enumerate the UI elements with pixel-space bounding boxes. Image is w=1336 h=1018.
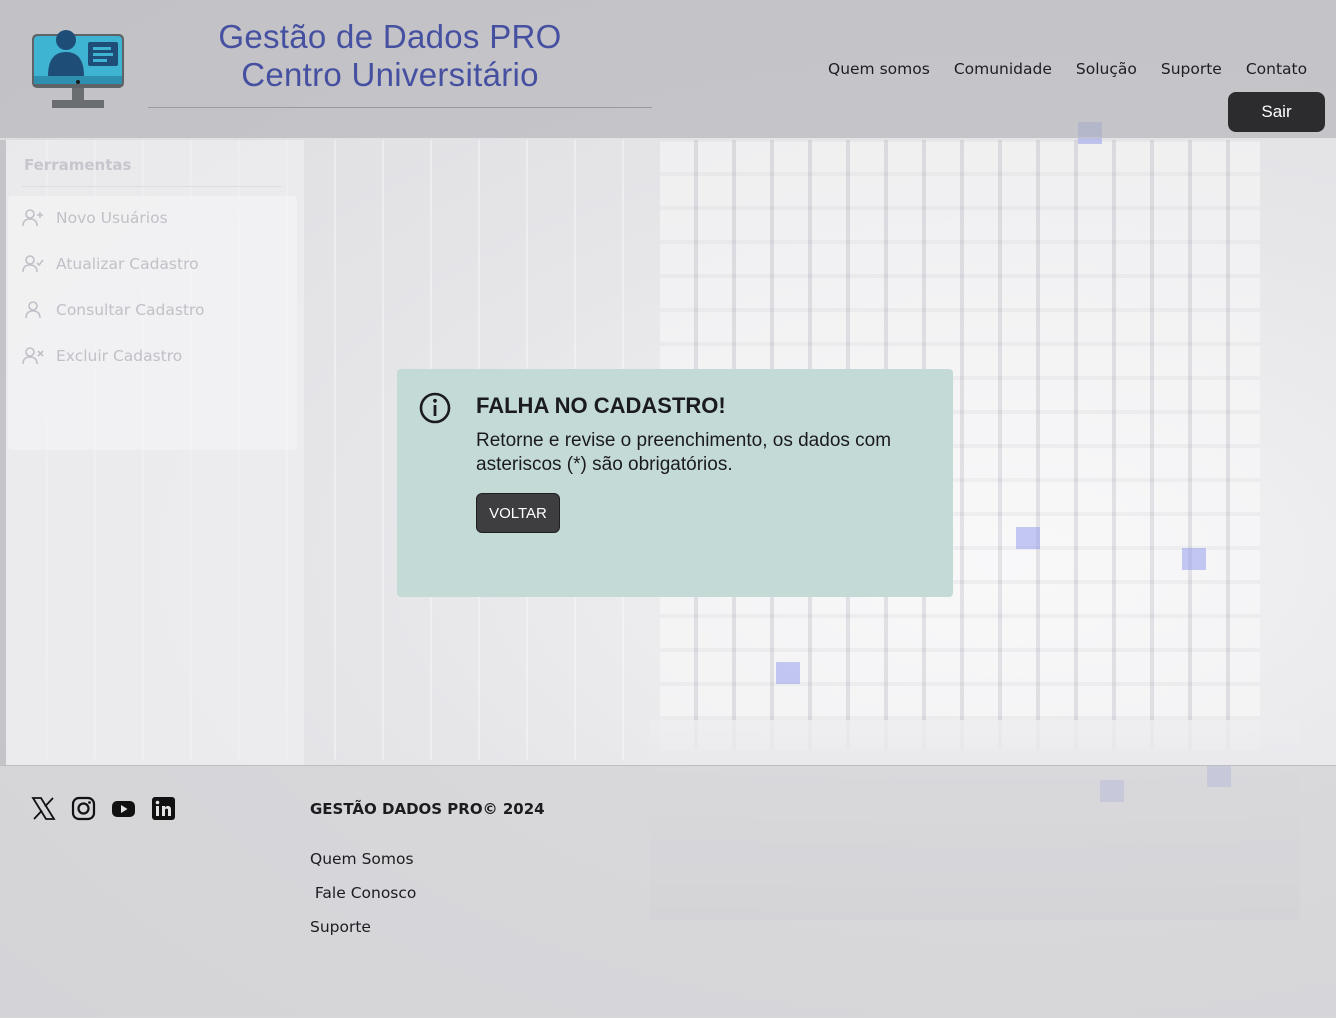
site-header: Gestão de Dados PRO Centro Universitário… — [0, 0, 1336, 138]
info-icon — [419, 392, 451, 424]
nav-quem-somos[interactable]: Quem somos — [828, 60, 930, 78]
sidebar-item-excluir-cadastro[interactable]: Excluir Cadastro — [22, 346, 182, 366]
background-accent — [1016, 527, 1040, 549]
brand-title: Gestão de Dados PRO Centro Universitário — [180, 18, 600, 94]
instagram-icon[interactable] — [71, 796, 96, 821]
footer-link-fale-conosco[interactable]: Fale Conosco — [310, 884, 416, 902]
youtube-icon[interactable] — [111, 796, 136, 821]
copyright-text: GESTÃO DADOS PRO© 2024 — [310, 800, 545, 818]
nav-solucao[interactable]: Solução — [1076, 60, 1137, 78]
main-nav: Quem somos Comunidade Solução Suporte Co… — [828, 60, 1307, 78]
sidebar-item-label: Consultar Cadastro — [56, 301, 205, 319]
nav-contato[interactable]: Contato — [1246, 60, 1307, 78]
sidebar-item-label: Excluir Cadastro — [56, 347, 183, 365]
alert-message: Retorne e revise o preenchimento, os dad… — [476, 430, 892, 475]
brand-title-line2: Centro Universitário — [241, 56, 539, 93]
sidebar-divider — [22, 186, 282, 187]
footer-link-quem-somos[interactable]: Quem Somos — [310, 850, 414, 868]
brand-title-line1: Gestão de Dados PRO — [218, 18, 562, 55]
sidebar-item-novo-usuarios[interactable]: Novo Usuários — [22, 208, 168, 228]
background-accent — [776, 662, 800, 684]
sidebar-menu-panel — [8, 196, 297, 450]
sidebar-edge — [0, 140, 6, 765]
user-icon — [25, 301, 41, 319]
sidebar-item-consultar-cadastro[interactable]: Consultar Cadastro — [22, 300, 205, 320]
sidebar-item-atualizar-cadastro[interactable]: Atualizar Cadastro — [22, 254, 199, 274]
background-accent — [1182, 548, 1206, 570]
nav-suporte[interactable]: Suporte — [1161, 60, 1222, 78]
linkedin-icon[interactable] — [151, 796, 176, 821]
user-check-icon — [22, 255, 44, 273]
voltar-button[interactable]: VOLTAR — [476, 493, 560, 533]
social-links — [31, 796, 176, 821]
site-footer: GESTÃO DADOS PRO© 2024 Quem Somos Fale C… — [0, 765, 1336, 1018]
x-icon[interactable] — [31, 796, 56, 821]
nav-comunidade[interactable]: Comunidade — [954, 60, 1052, 78]
computer-user-logo-icon — [32, 30, 124, 108]
sidebar-item-label: Atualizar Cadastro — [56, 255, 199, 273]
header-divider — [148, 107, 652, 108]
error-alert-dialog: FALHA NO CADASTRO! Retorne e revise o pr… — [397, 369, 953, 597]
user-x-icon — [22, 347, 44, 365]
sidebar-item-label: Novo Usuários — [56, 209, 168, 227]
sidebar-title: Ferramentas — [24, 156, 132, 174]
alert-title: FALHA NO CADASTRO! — [476, 393, 726, 418]
logout-button[interactable]: Sair — [1228, 92, 1325, 132]
user-plus-icon — [22, 209, 43, 227]
footer-link-suporte[interactable]: Suporte — [310, 918, 371, 936]
